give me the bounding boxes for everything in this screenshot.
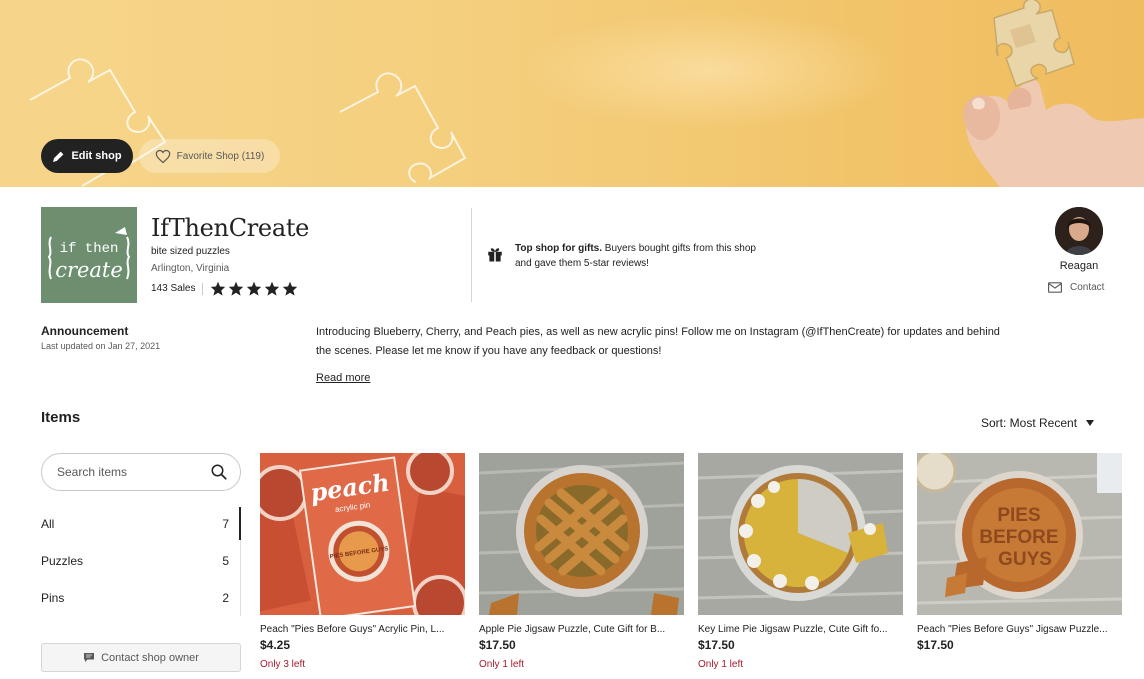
- category-label: Pins: [41, 590, 65, 605]
- contact-shop-owner-button[interactable]: Contact shop owner: [41, 643, 241, 672]
- logo-text-bottom: create: [55, 258, 123, 282]
- category-item-all[interactable]: All 7: [41, 505, 241, 542]
- selected-category-indicator: [239, 507, 241, 540]
- star-icon: [247, 281, 262, 296]
- announcement-date: Last updated on Jan 27, 2021: [41, 341, 161, 351]
- category-label: Puzzles: [41, 553, 84, 568]
- header-divider: [471, 208, 472, 302]
- category-item-pins[interactable]: Pins 2: [41, 579, 241, 616]
- owner-name[interactable]: Reagan: [1040, 260, 1118, 272]
- edit-shop-label: Edit shop: [71, 150, 122, 162]
- category-count: 7: [222, 516, 229, 531]
- product-photo-apple-pie: [479, 453, 684, 615]
- search-items-input[interactable]: [57, 465, 197, 479]
- category-count: 2: [222, 590, 229, 605]
- gift-note-bold: Top shop for gifts.: [515, 243, 603, 254]
- owner-avatar[interactable]: [1055, 207, 1103, 255]
- shop-logo-art: if then create: [47, 227, 131, 282]
- contact-label: Contact: [1070, 282, 1105, 293]
- shop-sales-count: 143 Sales: [151, 283, 196, 294]
- listing-image[interactable]: PIES BEFORE GUYS: [917, 453, 1122, 615]
- listing-title[interactable]: Peach "Pies Before Guys" Acrylic Pin, L.…: [260, 624, 465, 635]
- category-label: All: [41, 516, 55, 531]
- listing-image[interactable]: [479, 453, 684, 615]
- listing-card[interactable]: Key Lime Pie Jigsaw Puzzle, Cute Gift fo…: [698, 453, 903, 670]
- sort-label: Sort: Most Recent: [981, 416, 1078, 430]
- search-icon[interactable]: [210, 463, 228, 481]
- pencil-icon: [53, 151, 64, 162]
- product-photo-key-lime-pie: [698, 453, 903, 615]
- search-items-box: [41, 453, 241, 491]
- announcement-title: Announcement: [41, 324, 129, 338]
- star-icon: [265, 281, 280, 296]
- read-more-link[interactable]: Read more: [316, 372, 370, 384]
- star-icon: [211, 281, 226, 296]
- shop-banner: Edit shop Favorite Shop (119): [0, 0, 1144, 187]
- product-photo-peach-pin: peach acrylic pin PIES BEFORE GUYS: [260, 453, 465, 615]
- shop-name: IfThenCreate: [151, 214, 310, 242]
- edit-shop-button[interactable]: Edit shop: [41, 139, 133, 173]
- announcement-text: Introducing Blueberry, Cherry, and Peach…: [316, 326, 1000, 357]
- rating-stars[interactable]: [210, 281, 298, 296]
- shop-tagline: bite sized puzzles: [151, 246, 230, 257]
- divider: [202, 282, 204, 295]
- listing-card[interactable]: PIES BEFORE GUYS Peach "Pies Before Guys…: [917, 453, 1122, 659]
- favorite-shop-label: Favorite Shop (119): [176, 150, 265, 162]
- contact-shop-owner-label: Contact shop owner: [101, 651, 199, 664]
- mail-icon: [1048, 282, 1062, 293]
- heart-icon: [155, 149, 170, 163]
- listing-title[interactable]: Peach "Pies Before Guys" Jigsaw Puzzle..…: [917, 624, 1122, 635]
- category-list: All 7 Puzzles 5 Pins 2: [41, 505, 241, 616]
- owner-photo: [1055, 207, 1103, 255]
- shop-location: Arlington, Virginia: [151, 263, 230, 274]
- caret-down-icon: [1086, 420, 1095, 426]
- favorite-shop-button[interactable]: Favorite Shop (119): [139, 139, 280, 173]
- chat-icon: [84, 653, 95, 662]
- sort-dropdown[interactable]: Sort: Most Recent: [981, 416, 1095, 430]
- pie-text-line-3: GUYS: [998, 549, 1052, 570]
- listing-card[interactable]: peach acrylic pin PIES BEFORE GUYS Peach…: [260, 453, 465, 670]
- logo-text-top: if then: [60, 241, 119, 257]
- listing-title[interactable]: Apple Pie Jigsaw Puzzle, Cute Gift for B…: [479, 624, 684, 635]
- category-item-puzzles[interactable]: Puzzles 5: [41, 542, 241, 579]
- shop-sales-rating: 143 Sales: [151, 281, 298, 296]
- pie-text-line-1: PIES: [997, 505, 1040, 526]
- listing-price: $17.50: [917, 638, 954, 652]
- shop-logo: if then create: [41, 207, 137, 303]
- contact-owner-link[interactable]: Contact: [1048, 282, 1104, 293]
- listing-price: $4.25: [260, 638, 291, 652]
- gift-icon: [488, 248, 502, 262]
- listing-price: $17.50: [479, 638, 516, 652]
- listing-stock: Only 1 left: [479, 659, 525, 670]
- product-photo-peach-pie: PIES BEFORE GUYS: [917, 453, 1122, 615]
- listing-card[interactable]: Apple Pie Jigsaw Puzzle, Cute Gift for B…: [479, 453, 684, 670]
- star-icon: [229, 281, 244, 296]
- listing-stock: Only 3 left: [260, 659, 306, 670]
- pie-text-line-2: BEFORE: [979, 527, 1058, 548]
- category-divider: [240, 540, 241, 616]
- items-heading: Items: [41, 409, 81, 426]
- listing-price: $17.50: [698, 638, 735, 652]
- category-count: 5: [222, 553, 229, 568]
- listing-image[interactable]: peach acrylic pin PIES BEFORE GUYS: [260, 453, 465, 615]
- star-icon: [283, 281, 298, 296]
- listing-stock: Only 1 left: [698, 659, 744, 670]
- top-shop-gifts-note: Top shop for gifts. Buyers bought gifts …: [515, 241, 765, 271]
- listing-title[interactable]: Key Lime Pie Jigsaw Puzzle, Cute Gift fo…: [698, 624, 903, 635]
- listing-image[interactable]: [698, 453, 903, 615]
